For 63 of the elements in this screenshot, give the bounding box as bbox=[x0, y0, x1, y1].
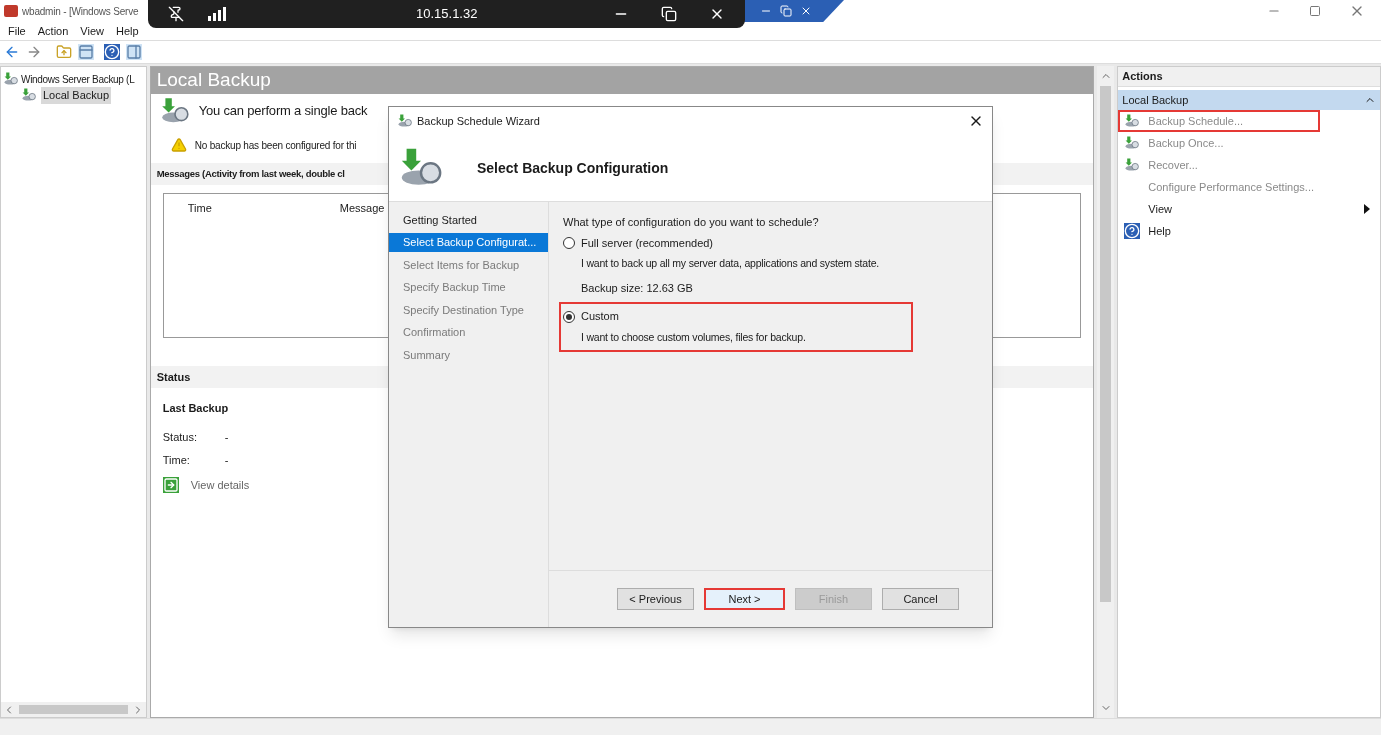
forward-icon[interactable] bbox=[26, 44, 42, 60]
warning-icon bbox=[170, 137, 187, 153]
menu-item[interactable]: Action bbox=[37, 22, 69, 40]
option-label[interactable]: Full server (recommended) bbox=[581, 234, 714, 251]
section-bar[interactable]: Local Backup bbox=[1118, 90, 1380, 110]
option-description: I want to back up all my server data, applications and system state. bbox=[581, 256, 881, 271]
tree-item[interactable]: Windows Server Backup (L bbox=[21, 71, 135, 87]
task-link[interactable]: Help bbox=[1148, 222, 1171, 240]
pane-header: Local Backup bbox=[150, 67, 1094, 94]
wizard-step[interactable]: Select Backup Configurat... bbox=[389, 232, 548, 252]
help-icon bbox=[1124, 223, 1141, 239]
wizard-button[interactable]: < Previous bbox=[617, 588, 694, 610]
dialog-title: Backup Schedule Wizard bbox=[417, 113, 540, 129]
close-icon[interactable] bbox=[800, 5, 812, 17]
field-label: Time: bbox=[162, 453, 191, 468]
pane-header: Actions bbox=[1118, 67, 1380, 87]
view-details-link[interactable]: View details bbox=[190, 476, 250, 493]
menu-item[interactable]: View bbox=[80, 22, 104, 40]
submenu-arrow-icon bbox=[1364, 204, 1370, 214]
panel-icon[interactable] bbox=[126, 44, 142, 60]
window-title: wbadmin - [Windows Serve bbox=[22, 4, 139, 19]
tree-item[interactable]: Local Backup bbox=[41, 87, 112, 104]
task-row[interactable]: Help bbox=[1118, 220, 1320, 242]
column-header[interactable]: Message bbox=[339, 200, 385, 217]
wizard-button[interactable]: Cancel bbox=[882, 588, 959, 610]
field-value: - bbox=[224, 453, 229, 468]
restore-icon[interactable] bbox=[661, 6, 677, 22]
wizard-step[interactable]: Getting Started bbox=[389, 210, 548, 230]
panel-icon[interactable] bbox=[78, 44, 94, 60]
question-text: What type of configuration do you want to schedule? bbox=[563, 215, 820, 230]
intro-text: You can perform a single back bbox=[198, 101, 368, 120]
help-icon[interactable] bbox=[104, 44, 120, 60]
folder-icon[interactable] bbox=[56, 44, 72, 60]
option-description: I want to choose custom volumes, files for backup. bbox=[581, 329, 807, 345]
column-header[interactable]: Time bbox=[187, 200, 340, 217]
backup-icon bbox=[1124, 113, 1141, 129]
option-label[interactable]: Custom bbox=[581, 308, 619, 325]
backup-icon bbox=[397, 113, 413, 129]
arrow-icon bbox=[162, 476, 179, 493]
radio-button[interactable] bbox=[563, 310, 575, 323]
warning-text: No backup has been configured for thi bbox=[194, 138, 357, 153]
task-link[interactable]: View bbox=[1148, 200, 1172, 218]
backup-icon bbox=[1124, 135, 1141, 151]
radio-button[interactable] bbox=[563, 236, 575, 249]
wizard-heading: Select Backup Configuration bbox=[477, 158, 669, 178]
signal-icon bbox=[208, 7, 228, 21]
backup-size-text: Backup size: 12.63 GB bbox=[581, 280, 694, 296]
maximize-icon[interactable] bbox=[1309, 5, 1321, 17]
backup-icon bbox=[1124, 157, 1141, 173]
wizard-button[interactable]: Next > bbox=[704, 588, 785, 610]
unpin-icon[interactable] bbox=[168, 6, 184, 22]
app-icon bbox=[4, 5, 18, 17]
task-row[interactable]: View bbox=[1118, 198, 1320, 220]
section-header: Messages (Activity from last week, double cl bbox=[156, 166, 345, 181]
menu-item[interactable]: Help bbox=[115, 22, 139, 40]
backup-icon bbox=[3, 71, 19, 87]
backup-icon bbox=[21, 87, 37, 104]
connection-address: 10.15.1.32 bbox=[416, 5, 478, 24]
back-icon[interactable] bbox=[4, 44, 20, 60]
field-value: - bbox=[224, 429, 229, 445]
subheading: Last Backup bbox=[162, 401, 230, 416]
menu-item[interactable]: File bbox=[8, 22, 26, 40]
field-label: Status: bbox=[162, 429, 198, 445]
